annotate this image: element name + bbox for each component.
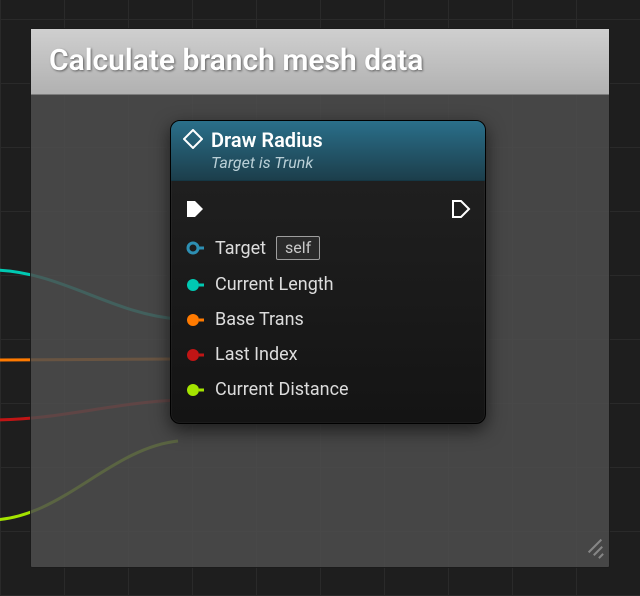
pin-label: Base Trans: [215, 309, 304, 330]
comment-title[interactable]: Calculate branch mesh data: [31, 29, 609, 95]
resize-grip-icon[interactable]: [581, 539, 603, 561]
pin-target[interactable]: Target self: [183, 229, 473, 267]
function-icon: [183, 129, 203, 149]
node-body: Target self Current Length Base Trans: [171, 181, 485, 423]
pin-label: Current Length: [215, 274, 334, 295]
pin-last-index[interactable]: Last Index: [183, 337, 473, 372]
node-subtitle: Target is Trunk: [211, 153, 323, 172]
exec-in-pin[interactable]: [185, 199, 205, 219]
self-value-box[interactable]: self: [276, 236, 320, 260]
node-title: Draw Radius: [211, 129, 323, 151]
pin-current-length[interactable]: Current Length: [183, 267, 473, 302]
exec-out-pin[interactable]: [451, 199, 471, 219]
pin-label: Last Index: [215, 344, 298, 365]
blueprint-node-draw-radius[interactable]: Draw Radius Target is Trunk Target self: [170, 120, 486, 424]
float-pin-icon[interactable]: [185, 380, 205, 400]
pin-label: Target: [215, 238, 266, 259]
float-pin-icon[interactable]: [185, 275, 205, 295]
object-pin-icon[interactable]: [185, 238, 205, 258]
pin-base-trans[interactable]: Base Trans: [183, 302, 473, 337]
transform-pin-icon[interactable]: [185, 310, 205, 330]
int-pin-icon[interactable]: [185, 345, 205, 365]
pin-current-distance[interactable]: Current Distance: [183, 372, 473, 407]
pin-label: Current Distance: [215, 379, 349, 400]
node-header[interactable]: Draw Radius Target is Trunk: [171, 121, 485, 181]
